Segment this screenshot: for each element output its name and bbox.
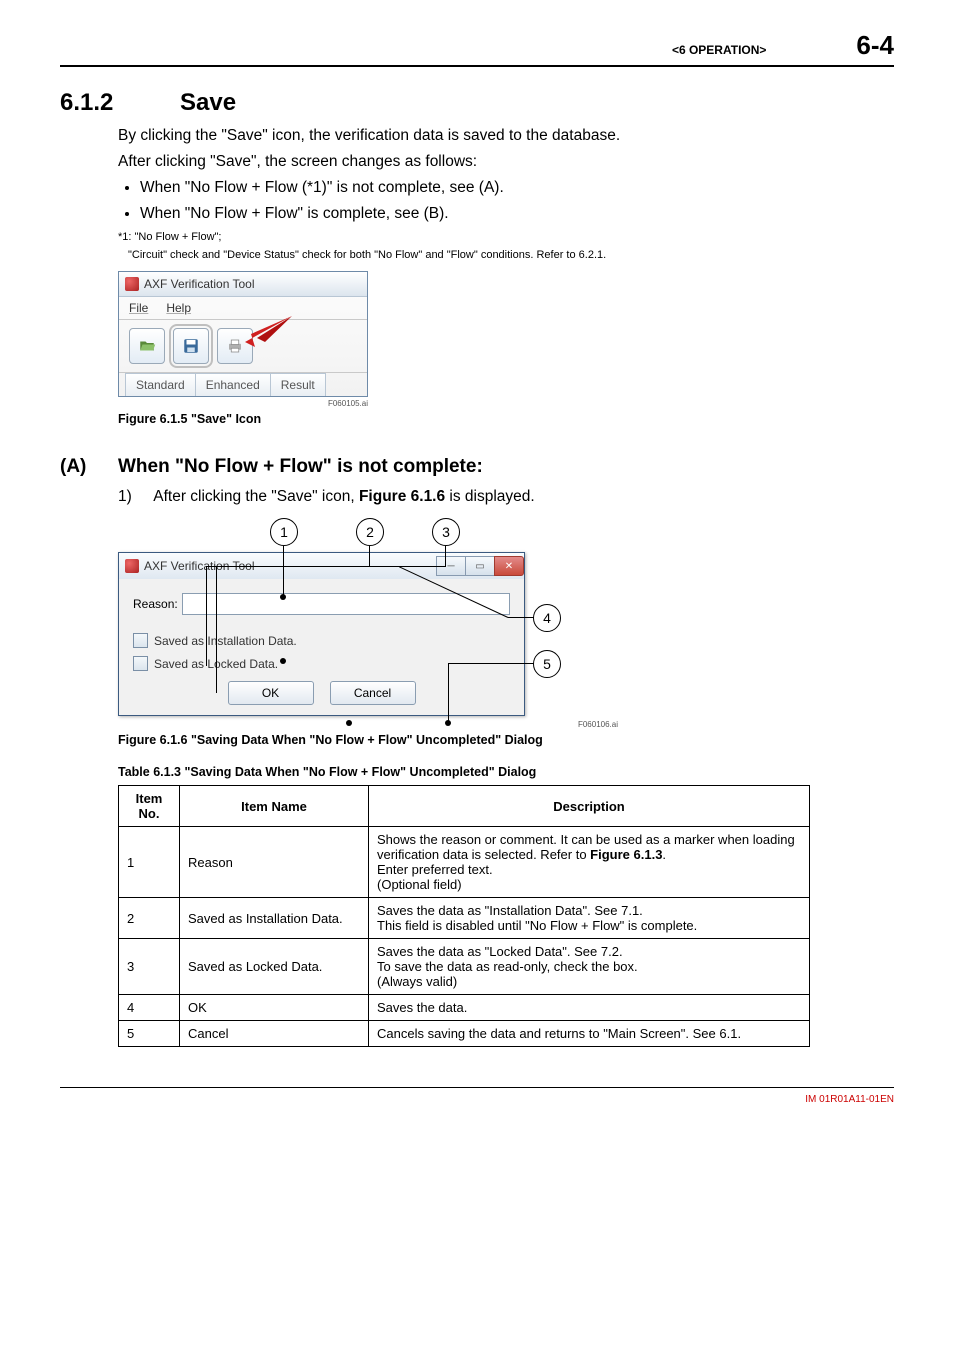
maximize-button[interactable]: ▭ [465,556,495,576]
leader-line [216,566,446,567]
tab-standard[interactable]: Standard [125,373,196,396]
section-6-1-2-heading: 6.1.2 Save [60,89,894,117]
leader-line [206,566,207,666]
figure-caption: Figure 6.1.6 "Saving Data When "No Flow … [118,733,894,747]
tab-result[interactable]: Result [270,373,326,396]
ok-button[interactable]: OK [228,681,314,705]
page-header: <6 OPERATION> 6-4 [60,30,894,67]
list-item: When "No Flow + Flow" is complete, see (… [140,205,894,223]
col-item-name: Item Name [180,786,369,827]
app-icon [125,277,139,291]
bullet-list: When "No Flow + Flow (*1)" is not comple… [140,179,894,223]
figure-id: F060106.ai [118,720,618,729]
folder-open-icon [138,337,156,355]
leader-line [216,566,217,693]
paragraph: By clicking the "Save" icon, the verific… [118,127,894,145]
footer-rule [60,1087,894,1088]
description-table: Item No. Item Name Description 1 Reason … [118,785,810,1047]
leader-line [448,663,534,664]
red-arrow-icon [237,314,297,354]
callout-4: 4 [533,604,561,632]
leader-line [448,663,449,723]
subsection-title: When "No Flow + Flow" is not complete: [118,456,483,478]
save-icon [182,337,200,355]
app-icon [125,559,139,573]
window-titlebar: AXF Verification Tool [119,272,367,297]
leader-line [369,546,370,566]
table-row: 2 Saved as Installation Data. Saves the … [119,898,810,939]
subsection-label: (A) [60,456,118,478]
figure-caption: Figure 6.1.5 "Save" Icon [118,412,894,426]
step-text: After clicking the "Save" icon, Figure 6… [153,488,534,505]
leader-dot [280,594,286,600]
callout-1: 1 [270,518,298,546]
callout-5: 5 [533,650,561,678]
cancel-button[interactable]: Cancel [330,681,416,705]
list-item: When "No Flow + Flow (*1)" is not comple… [140,179,894,197]
checkbox-installation-label: Saved as Installation Data. [154,634,297,648]
leader-line [283,546,284,596]
leader-dot [445,720,451,726]
tab-bar: Standard Enhanced Result [119,373,367,396]
step-number: 1) [118,488,132,505]
checkbox-locked[interactable] [133,656,148,671]
callout-3: 3 [432,518,460,546]
app-window: AXF Verification Tool File Help [118,271,368,397]
save-dialog: AXF Verification Tool ─ ▭ ✕ Reason: Save… [118,552,525,716]
paragraph: After clicking "Save", the screen change… [118,153,894,171]
col-description: Description [369,786,810,827]
close-button[interactable]: ✕ [494,556,524,576]
toolbar [119,320,367,373]
section-number: 6.1.2 [60,89,180,117]
document-id: IM 01R01A11-01EN [60,1094,894,1105]
menu-help[interactable]: Help [166,301,191,315]
leader-line [508,617,534,618]
footnote: *1: "No Flow + Flow"; [118,231,894,243]
table-row: 5 Cancel Cancels saving the data and ret… [119,1021,810,1047]
subsection-a-heading: (A) When "No Flow + Flow" is not complet… [60,456,894,478]
leader-dot [280,658,286,664]
figure-id: F060105.ai [118,399,368,408]
table-row: 4 OK Saves the data. [119,995,810,1021]
table-row: 3 Saved as Locked Data. Saves the data a… [119,939,810,995]
leader-dot [346,720,352,726]
window-title: AXF Verification Tool [144,277,255,291]
step: 1) After clicking the "Save" icon, Figur… [118,488,894,506]
callout-2: 2 [356,518,384,546]
save-button[interactable] [173,328,209,364]
checkbox-installation[interactable] [133,633,148,648]
section-title: Save [180,89,236,117]
reason-label: Reason: [133,597,178,611]
open-button[interactable] [129,328,165,364]
page-number: 6-4 [856,30,894,61]
chapter-label: <6 OPERATION> [672,43,766,57]
figure-6-1-6: 1 2 3 AXF Verification Tool ─ ▭ ✕ Reason… [118,518,618,716]
tab-enhanced[interactable]: Enhanced [195,373,271,396]
figure-6-1-5: AXF Verification Tool File Help [118,271,894,408]
leader-line [445,546,446,566]
menu-file[interactable]: File [129,301,148,315]
table-caption: Table 6.1.3 "Saving Data When "No Flow +… [118,765,894,779]
col-item-no: Item No. [119,786,180,827]
table-row: 1 Reason Shows the reason or comment. It… [119,827,810,898]
footnote: "Circuit" check and "Device Status" chec… [128,249,894,261]
